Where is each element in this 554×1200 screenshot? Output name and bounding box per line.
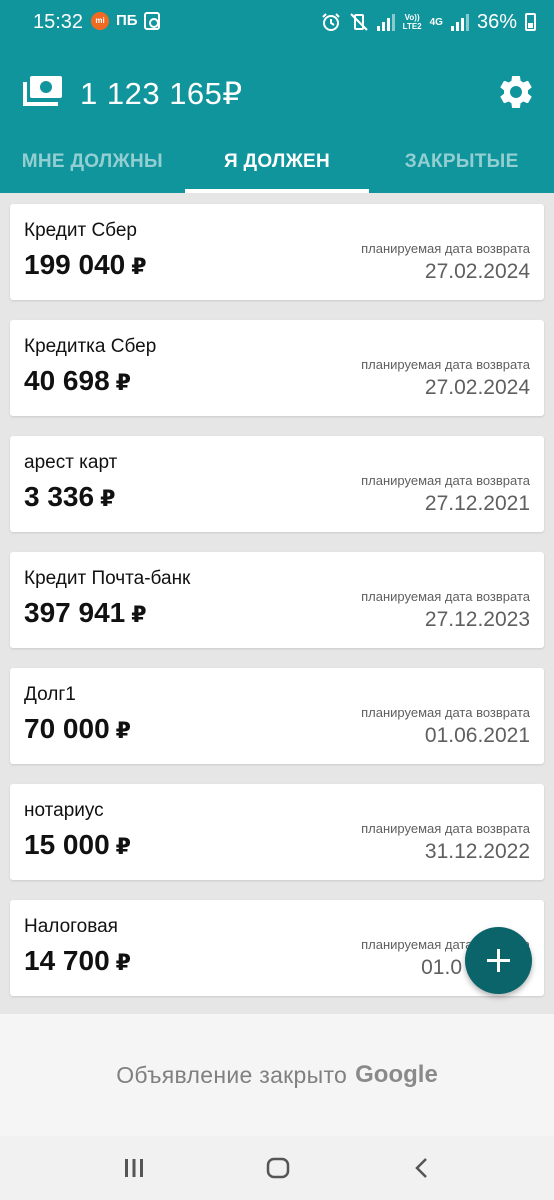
system-nav-bar: [0, 1136, 554, 1200]
debt-card[interactable]: Кредит Почта-банк 397 941 ₽ планируемая д…: [10, 552, 544, 648]
gear-icon[interactable]: [496, 72, 536, 112]
status-bar: 15:32 mi ПБ Vo)) LTE2 4G 36%: [0, 0, 554, 44]
status-time: 15:32: [33, 11, 84, 33]
battery-percent: 36%: [476, 10, 517, 33]
due-date: 27.02.2024: [424, 376, 530, 399]
debt-amount: 40 698 ₽: [24, 365, 131, 396]
alarm-icon: [321, 13, 340, 31]
debt-amount: 397 941 ₽: [24, 597, 147, 628]
debt-amount: 3 336 ₽: [24, 481, 116, 512]
tab-bar: МНЕ ДОЛЖНЫ Я ДОЛЖЕН ЗАКРЫТЫЕ: [0, 140, 554, 193]
due-date: 01.06.2021: [424, 724, 530, 747]
signal-2-icon: [450, 13, 469, 31]
debt-name: арест карт: [24, 452, 118, 473]
network-type: 4G: [429, 16, 443, 28]
back-icon[interactable]: [410, 1156, 434, 1180]
ad-banner: Объявление закрыто Google: [0, 1014, 554, 1136]
volte-label: Vo)) LTE2: [402, 13, 422, 31]
debt-card[interactable]: нотариус 15 000 ₽ планируемая дата возвра…: [10, 784, 544, 880]
debt-amount: 15 000 ₽: [24, 829, 131, 860]
vibrate-mute-icon: [349, 13, 368, 31]
debt-card[interactable]: Налоговая 14 700 ₽ планируемая дата возвр…: [10, 900, 544, 996]
debt-name: Долг1: [24, 684, 76, 705]
due-date-label: планируемая дата возврата: [361, 705, 530, 720]
due-date: 31.12.2022: [424, 840, 530, 863]
debt-card[interactable]: Кредитка Сбер 40 698 ₽ планируемая дата в…: [10, 320, 544, 416]
app-notification-icon: [144, 12, 160, 30]
tab-i-owe[interactable]: Я ДОЛЖЕН: [184, 140, 370, 193]
battery-icon: [525, 13, 536, 31]
due-date: 01.0: [421, 956, 462, 979]
debt-name: Налоговая: [24, 916, 118, 937]
debt-amount: 199 040 ₽: [24, 249, 147, 280]
add-debt-button[interactable]: [465, 927, 532, 994]
recents-icon[interactable]: [122, 1156, 146, 1180]
due-date-label: планируемая дата возврата: [361, 357, 530, 372]
money-icon: [23, 76, 62, 106]
due-date: 27.12.2021: [424, 492, 530, 515]
debt-amount: 70 000 ₽: [24, 713, 131, 744]
ad-closed-text: Объявление закрыто: [116, 1061, 348, 1088]
due-date: 27.02.2024: [424, 260, 530, 283]
tab-closed[interactable]: ЗАКРЫТЫЕ: [369, 140, 554, 193]
debt-name: нотариус: [24, 800, 104, 821]
home-icon[interactable]: [265, 1156, 291, 1180]
debt-card[interactable]: Кредит Сбер 199 040 ₽ планируемая дата во…: [10, 204, 544, 300]
debt-card[interactable]: арест карт 3 336 ₽ планируемая дата возвр…: [10, 436, 544, 532]
debt-card[interactable]: Долг1 70 000 ₽ планируемая дата возврата …: [10, 668, 544, 764]
due-date-label: планируемая дата возврата: [361, 589, 530, 604]
app-header: 15:32 mi ПБ Vo)) LTE2 4G 36% 1 123 165₽ …: [0, 0, 554, 193]
signal-1-icon: [376, 13, 395, 31]
status-icons: Vo)) LTE2 4G 36%: [321, 9, 536, 35]
tab-owed-to-me[interactable]: МНЕ ДОЛЖНЫ: [0, 140, 185, 193]
google-logo: Google: [355, 1061, 438, 1088]
debt-amount: 14 700 ₽: [24, 945, 131, 976]
carrier-tag: ПБ: [116, 12, 138, 29]
debt-name: Кредит Почта-банк: [24, 568, 191, 589]
mi-notification-icon: mi: [91, 12, 109, 30]
due-date-label: планируемая дата возврата: [361, 241, 530, 256]
due-date-label: планируемая дата возврата: [361, 821, 530, 836]
debt-list: Кредит Сбер 199 040 ₽ планируемая дата во…: [10, 204, 544, 1016]
debt-name: Кредитка Сбер: [24, 336, 157, 357]
total-balance: 1 123 165₽: [80, 76, 243, 111]
due-date: 27.12.2023: [424, 608, 530, 631]
due-date-label: планируемая дата возврата: [361, 473, 530, 488]
debt-name: Кредит Сбер: [24, 220, 137, 241]
